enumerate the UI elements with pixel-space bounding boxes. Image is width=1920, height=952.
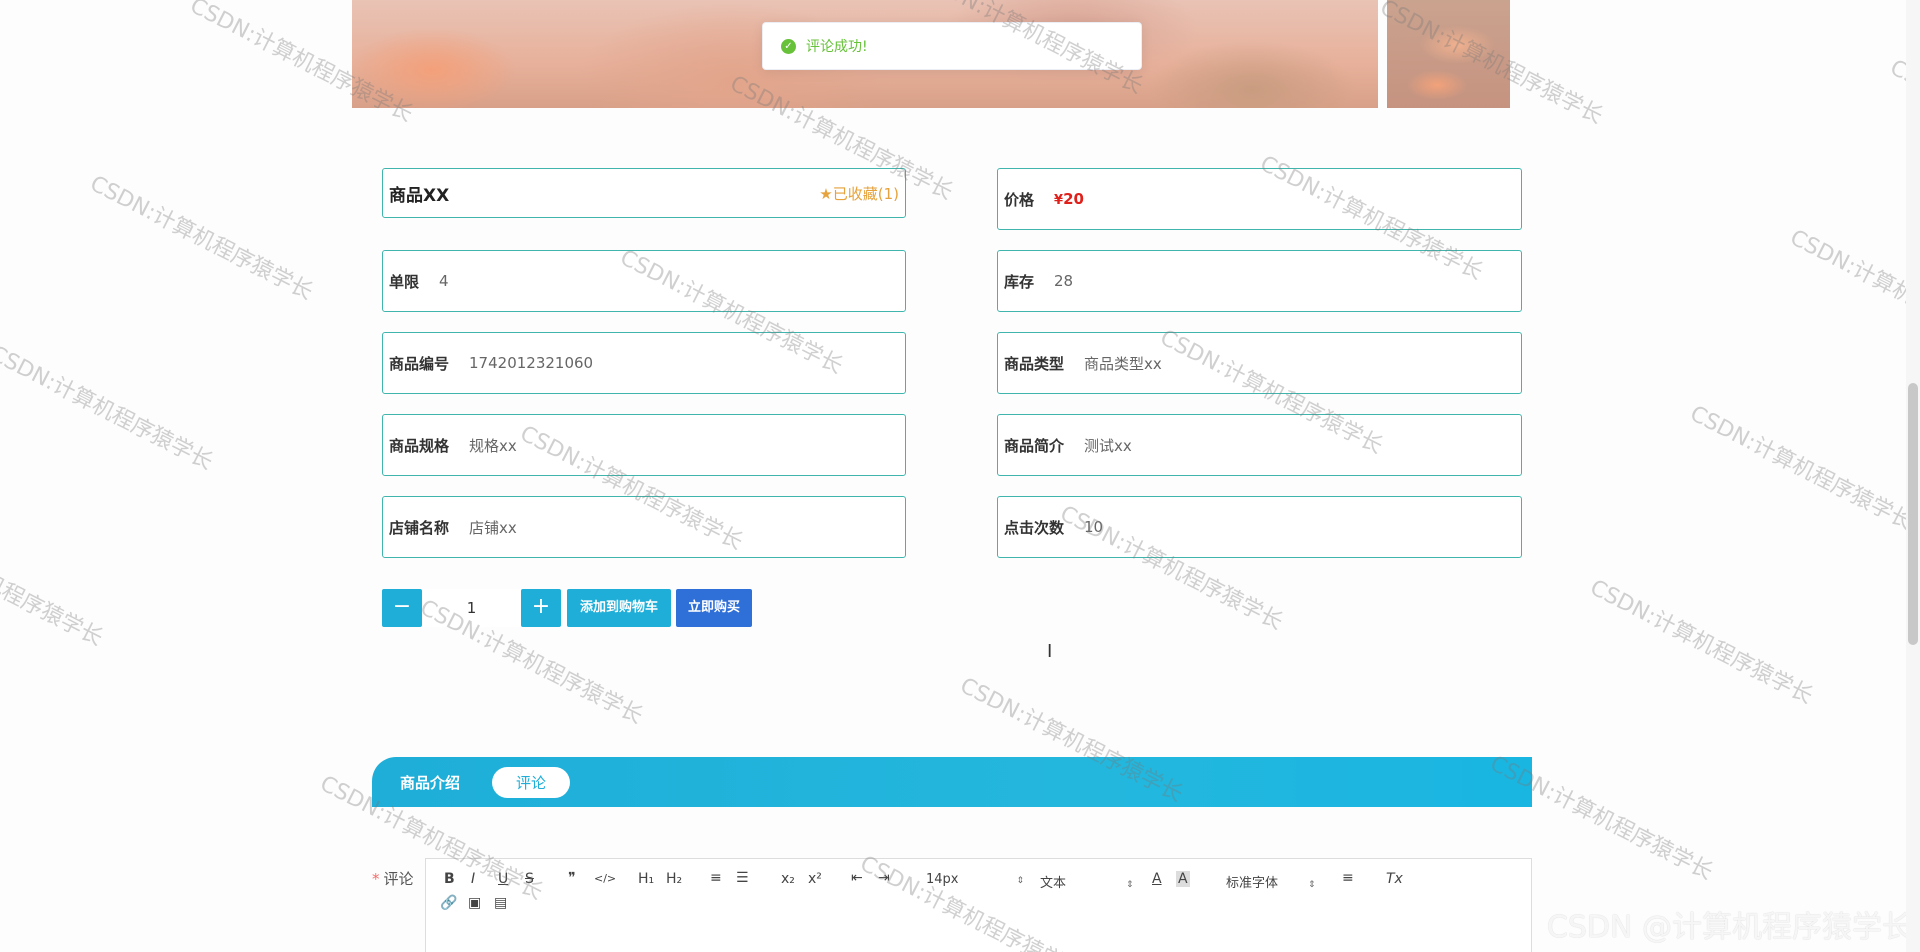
product-title-field: 商品XX ★已收藏(1) — [382, 168, 906, 218]
tab-comments[interactable]: 评论 — [492, 766, 571, 798]
subscript-button[interactable]: x₂ — [781, 871, 795, 887]
field-value: 规格xx — [469, 436, 517, 455]
favorite-label: 已收藏(1) — [832, 185, 899, 203]
field-label: 商品类型 — [1004, 354, 1065, 373]
select-arrow-icon: ⇕ — [1308, 880, 1316, 890]
field-value: 4 — [439, 272, 449, 290]
field-value: 10 — [1084, 518, 1104, 536]
toast-message: 评论成功! — [806, 39, 868, 55]
indent-button[interactable]: ⇥ — [878, 870, 890, 886]
watermark: CSDN:计算机程序猿学长 — [0, 341, 217, 476]
success-toast: ✓ 评论成功! — [762, 22, 1142, 70]
header2-button[interactable]: H₂ — [666, 871, 682, 887]
product-number-field: 商品编号 1742012321060 — [382, 332, 906, 394]
header1-button[interactable]: H₁ — [638, 871, 654, 887]
click-count-field: 点击次数 10 — [997, 496, 1522, 558]
underline-button[interactable]: U — [498, 871, 508, 887]
price-field: 价格 ¥20 — [997, 168, 1522, 230]
video-icon[interactable]: ▤ — [494, 895, 507, 911]
field-label: 店铺名称 — [389, 518, 450, 537]
code-block-button[interactable]: </> — [594, 872, 616, 885]
field-value: 1742012321060 — [469, 354, 594, 372]
image-icon[interactable]: ▣ — [468, 895, 481, 911]
page: ✓ 评论成功! 商品XX ★已收藏(1) 价格 ¥20 单限 4 库存 28 商… — [0, 0, 1920, 952]
text-cursor-icon: I — [1047, 641, 1053, 662]
comment-label: * 评论 — [372, 870, 414, 888]
quantity-decrease-button[interactable]: − — [382, 589, 422, 627]
field-value: 店铺xx — [469, 518, 517, 537]
align-button[interactable]: ≡ — [1342, 870, 1354, 886]
price-value: ¥20 — [1054, 190, 1084, 208]
watermark: CSDN:计算机程序猿学长 — [1685, 401, 1917, 536]
field-value: 测试xx — [1084, 436, 1132, 455]
detail-tab-bar: 商品介绍 评论 — [372, 757, 1532, 807]
scrollbar-thumb[interactable] — [1908, 383, 1918, 645]
strike-button[interactable]: S — [525, 871, 534, 887]
watermark: CSDN:计算机程序猿学长 — [1785, 225, 1920, 360]
product-intro-field: 商品简介 测试xx — [997, 414, 1522, 476]
corner-watermark: CSDN @计算机程序猿学长 — [1546, 910, 1912, 945]
stock-field: 库存 28 — [997, 250, 1522, 312]
field-label: 库存 — [1004, 272, 1035, 291]
font-color-button[interactable]: A — [1152, 871, 1162, 887]
field-label: 商品规格 — [389, 436, 450, 455]
field-label: 商品编号 — [389, 354, 450, 373]
font-family-select[interactable]: 标准字体 ⇕ — [1226, 872, 1316, 891]
tab-product-intro[interactable]: 商品介绍 — [400, 772, 460, 793]
field-value: 28 — [1054, 272, 1074, 290]
comment-rich-text-editor[interactable]: B I U S ❞ </> H₁ H₂ ≡ ☰ x₂ x² ⇤ ⇥ 14px ⇕ … — [425, 858, 1532, 952]
limit-field: 单限 4 — [382, 250, 906, 312]
bullet-list-button[interactable]: ☰ — [736, 870, 749, 886]
superscript-button[interactable]: x² — [808, 871, 822, 887]
required-mark: * — [372, 870, 380, 888]
select-arrow-icon: ⇕ — [1016, 876, 1025, 886]
background-color-button[interactable]: A — [1176, 871, 1190, 887]
field-label: 商品简介 — [1004, 436, 1065, 455]
font-size-select[interactable]: 14px ⇕ — [926, 872, 1024, 887]
check-circle-icon: ✓ — [781, 38, 796, 54]
product-type-field: 商品类型 商品类型xx — [997, 332, 1522, 394]
quantity-increase-button[interactable]: + — [521, 589, 561, 627]
select-arrow-icon: ⇕ — [1126, 880, 1134, 890]
buy-now-button[interactable]: 立即购买 — [676, 589, 752, 627]
page-scrollbar[interactable] — [1906, 0, 1920, 952]
product-thumbnail-image[interactable] — [1387, 0, 1510, 108]
link-icon[interactable]: 🔗 — [440, 895, 457, 911]
price-label: 价格 — [1004, 190, 1035, 209]
shop-name-field: 店铺名称 店铺xx — [382, 496, 906, 558]
quantity-input[interactable] — [422, 589, 521, 627]
favorite-toggle[interactable]: ★已收藏(1) — [819, 183, 899, 204]
watermark: CSDN:计算机程序猿学长 — [85, 171, 317, 306]
header-select[interactable]: 文本 ⇕ — [1040, 872, 1134, 891]
add-to-cart-button[interactable]: 添加到购物车 — [567, 589, 671, 627]
field-value: 商品类型xx — [1084, 354, 1162, 373]
italic-button[interactable]: I — [471, 871, 475, 887]
star-icon: ★ — [819, 185, 833, 203]
product-spec-field: 商品规格 规格xx — [382, 414, 906, 476]
field-label: 单限 — [389, 272, 420, 291]
clear-format-button[interactable]: Tx — [1386, 871, 1403, 887]
watermark: CSDN:计算机程序猿学长 — [0, 517, 107, 652]
blockquote-button[interactable]: ❞ — [568, 870, 576, 886]
outdent-button[interactable]: ⇤ — [851, 870, 863, 886]
ordered-list-button[interactable]: ≡ — [710, 870, 722, 886]
field-label: 点击次数 — [1004, 518, 1065, 537]
bold-button[interactable]: B — [444, 871, 455, 887]
watermark: CSDN:计算机程序猿学长 — [1585, 575, 1817, 710]
product-name: 商品XX — [389, 185, 450, 206]
editor-toolbar: B I U S ❞ </> H₁ H₂ ≡ ☰ x₂ x² ⇤ ⇥ 14px ⇕ … — [426, 859, 1531, 952]
